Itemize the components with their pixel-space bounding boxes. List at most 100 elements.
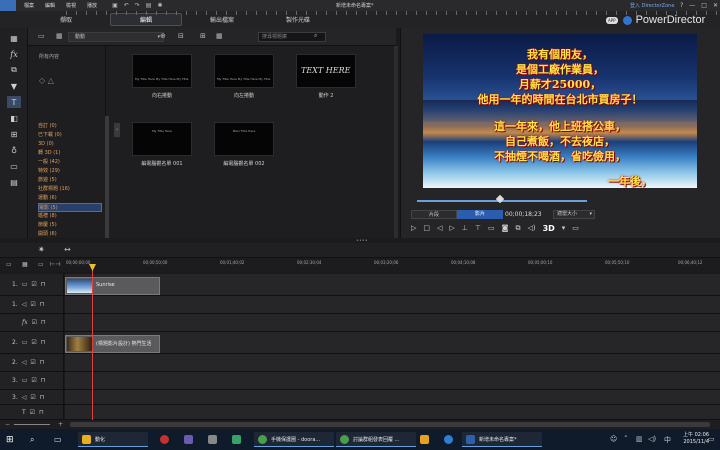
track-lane[interactable]: [65, 314, 720, 331]
volume-icon[interactable]: ◁): [527, 224, 535, 232]
render-icon[interactable]: ▤: [146, 2, 152, 9]
movie-mode-button[interactable]: 影片: [457, 210, 503, 219]
pip-icon[interactable]: ⧉: [7, 64, 21, 76]
close-button[interactable]: ✕: [713, 2, 718, 9]
track-manager-icon[interactable]: ▭: [38, 261, 44, 268]
save-icon[interactable]: ▣: [112, 2, 118, 9]
track-enable-checkbox[interactable]: ☑: [30, 394, 35, 401]
app-icon[interactable]: [420, 432, 433, 447]
track-enable-checkbox[interactable]: ☑: [30, 409, 35, 416]
zoom-slider[interactable]: [14, 424, 50, 425]
track-lane[interactable]: (標題影片設計) 熱門生活: [65, 332, 720, 353]
title-thumb[interactable]: My Title Here My Title Here My Title Her…: [132, 54, 192, 99]
category-item[interactable]: 社群標題 (16): [38, 185, 102, 194]
sort-icon[interactable]: ▦: [216, 32, 223, 40]
lock-icon[interactable]: ⊓: [39, 409, 44, 416]
minimize-button[interactable]: —: [689, 2, 695, 9]
audio-mix-icon[interactable]: ⊞: [7, 128, 21, 140]
track-enable-checkbox[interactable]: ☑: [32, 319, 37, 326]
lock-icon[interactable]: ⊓: [41, 281, 46, 288]
timeline-view-icon[interactable]: ▭: [6, 261, 12, 268]
network-icon[interactable]: ▥: [636, 435, 643, 443]
category-scrollbar[interactable]: [105, 116, 109, 238]
category-item[interactable]: 運動 (6): [38, 194, 102, 203]
mark-in-icon[interactable]: ⊥: [462, 224, 468, 232]
zoom-out-icon[interactable]: −: [5, 421, 10, 428]
app-badge[interactable]: APP: [606, 16, 618, 24]
track-lane[interactable]: [65, 296, 720, 313]
play-icon[interactable]: ▷: [411, 224, 416, 232]
track-enable-checkbox[interactable]: ☑: [31, 377, 36, 384]
lock-icon[interactable]: ⊓: [40, 394, 45, 401]
media-room-icon[interactable]: ▦: [7, 32, 21, 44]
tool-app-icon[interactable]: [232, 432, 245, 447]
import-icon[interactable]: ▭: [38, 32, 45, 40]
taskbar-item[interactable]: 手機保護圈 - doora...: [254, 432, 334, 447]
track-enable-checkbox[interactable]: ☑: [31, 281, 36, 288]
taskbar-item-active[interactable]: 新增未命名專案*: [462, 432, 542, 447]
lock-icon[interactable]: ⊓: [41, 377, 46, 384]
category-item[interactable]: 婚禮 (8): [38, 212, 102, 221]
track-lane[interactable]: Sunrise: [65, 274, 720, 295]
title-icon[interactable]: T: [7, 96, 21, 108]
ime-icon[interactable]: 中: [664, 435, 671, 445]
notification-icon[interactable]: ▭: [708, 435, 715, 443]
track-lane[interactable]: [65, 354, 720, 371]
undo-icon[interactable]: ↶: [124, 2, 129, 9]
volume-icon[interactable]: ◁): [648, 435, 656, 443]
media-app-icon[interactable]: [160, 432, 173, 447]
track-enable-checkbox[interactable]: ☑: [30, 359, 35, 366]
calculator-icon[interactable]: [208, 432, 221, 447]
task-view-icon[interactable]: ▭: [54, 432, 62, 447]
chevron-down-icon[interactable]: ▾: [562, 224, 566, 232]
filter-dropdown[interactable]: 動動 ▾: [68, 32, 164, 42]
menu-play[interactable]: 播放: [87, 2, 97, 9]
track-lane[interactable]: [65, 372, 720, 389]
category-item[interactable]: 一般 (42): [38, 158, 102, 167]
delete-icon[interactable]: ⊟: [178, 32, 184, 40]
fit-select[interactable]: 適當大小 ▾: [553, 210, 595, 219]
lock-icon[interactable]: ⊓: [41, 319, 46, 326]
taskbar-item[interactable]: 動化: [78, 432, 148, 447]
redo-icon[interactable]: ↷: [135, 2, 140, 9]
people-icon[interactable]: ☺: [610, 435, 617, 443]
menu-file[interactable]: 檔案: [24, 2, 34, 9]
particle-icon[interactable]: ▼: [7, 80, 21, 92]
zoom-in-icon[interactable]: +: [58, 421, 63, 428]
windows-start-icon[interactable]: ⊞: [6, 432, 14, 447]
transition-icon[interactable]: ◧: [7, 112, 21, 124]
category-item[interactable]: 已下載 (0): [38, 131, 102, 140]
lock-icon[interactable]: ⊓: [41, 339, 46, 346]
plugin-icon[interactable]: ▦: [56, 32, 63, 40]
fit-timeline-icon[interactable]: ↔: [64, 245, 71, 254]
help-button[interactable]: ?: [680, 2, 683, 9]
magic-tools-icon[interactable]: ✷: [38, 245, 45, 254]
snapshot-icon[interactable]: ◙: [502, 224, 509, 232]
zoom-fit-icon[interactable]: ⊢⊣: [50, 261, 60, 268]
clip-mode-button[interactable]: 片段: [411, 210, 457, 219]
taskbar-clock[interactable]: 上午 02:06 2015/11/4: [683, 432, 709, 446]
category-item[interactable]: 節慶 (5): [38, 221, 102, 230]
lock-icon[interactable]: ⊓: [40, 301, 45, 308]
timeline-clip[interactable]: Sunrise: [65, 277, 160, 295]
category-item[interactable]: 特效 (29): [38, 167, 102, 176]
photos-app-icon[interactable]: [184, 432, 197, 447]
category-item[interactable]: 旅遊 (5): [38, 176, 102, 185]
search-icon[interactable]: ⌕: [30, 432, 34, 447]
signin-link[interactable]: 登入 DirectorZone: [630, 2, 674, 9]
track-enable-checkbox[interactable]: ☑: [30, 301, 35, 308]
voice-over-icon[interactable]: ♁: [7, 144, 21, 156]
title-thumb[interactable]: My Title Here My Title Here My Title Her…: [214, 54, 274, 99]
dock-icon[interactable]: ▭: [572, 224, 579, 232]
tag-icon[interactable]: ◇ △: [39, 76, 54, 85]
timeline-ruler[interactable]: ▭ ▦ ▭ ⊢⊣ 00;00;00;00 00;00;50;00 00;01;4…: [0, 257, 720, 272]
stereo-3d-toggle[interactable]: 3D: [543, 224, 555, 233]
preview-screen[interactable]: 我有個朋友， 是個工廠作業員， 月薪才25000， 他用一年的時間在台北市買房子…: [423, 34, 697, 188]
storyboard-view-icon[interactable]: ▦: [22, 261, 28, 268]
lock-icon[interactable]: ⊓: [40, 359, 45, 366]
track-lane[interactable]: [65, 390, 720, 404]
category-item[interactable]: 自訂 (0): [38, 122, 102, 131]
settings-icon[interactable]: ✱: [157, 2, 162, 9]
category-item-selected[interactable]: 電影 (5): [38, 203, 102, 212]
library-scrollbar[interactable]: [394, 46, 398, 238]
